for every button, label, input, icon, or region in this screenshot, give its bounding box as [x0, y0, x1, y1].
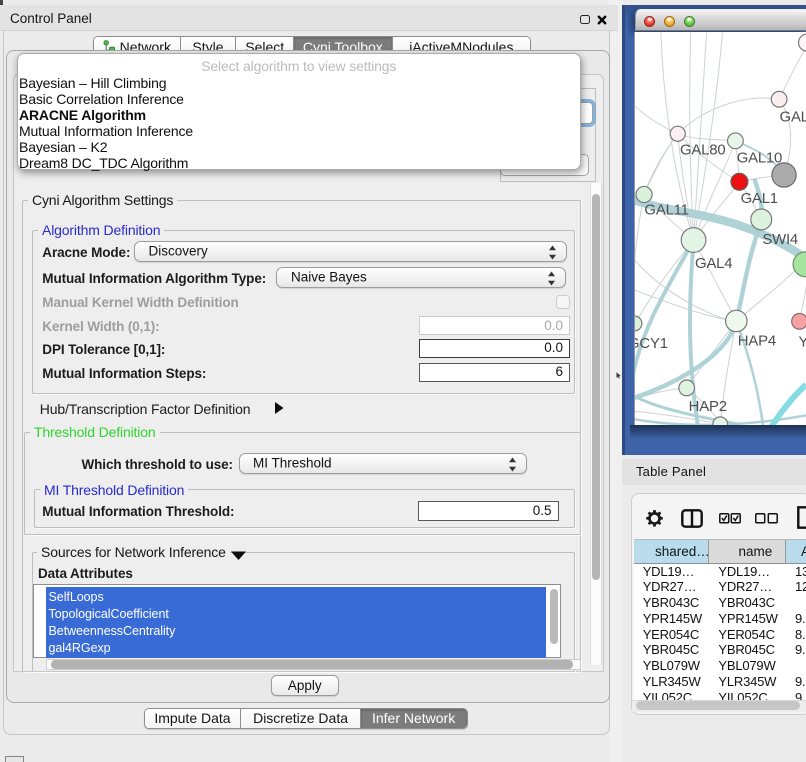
svg-text:Y: Y: [799, 334, 806, 350]
svg-text:HAP4: HAP4: [738, 333, 776, 349]
svg-text:GAL80: GAL80: [680, 142, 725, 158]
svg-text:GAL4: GAL4: [695, 255, 732, 271]
svg-text:GCY1: GCY1: [634, 335, 668, 351]
svg-text:GAL11: GAL11: [644, 202, 688, 218]
svg-text:GAL10: GAL10: [737, 150, 782, 166]
svg-text:HAP2: HAP2: [689, 398, 727, 414]
svg-text:GAL: GAL: [780, 109, 806, 125]
svg-text:GAL1: GAL1: [741, 191, 778, 207]
svg-text:SWI4: SWI4: [762, 231, 798, 247]
